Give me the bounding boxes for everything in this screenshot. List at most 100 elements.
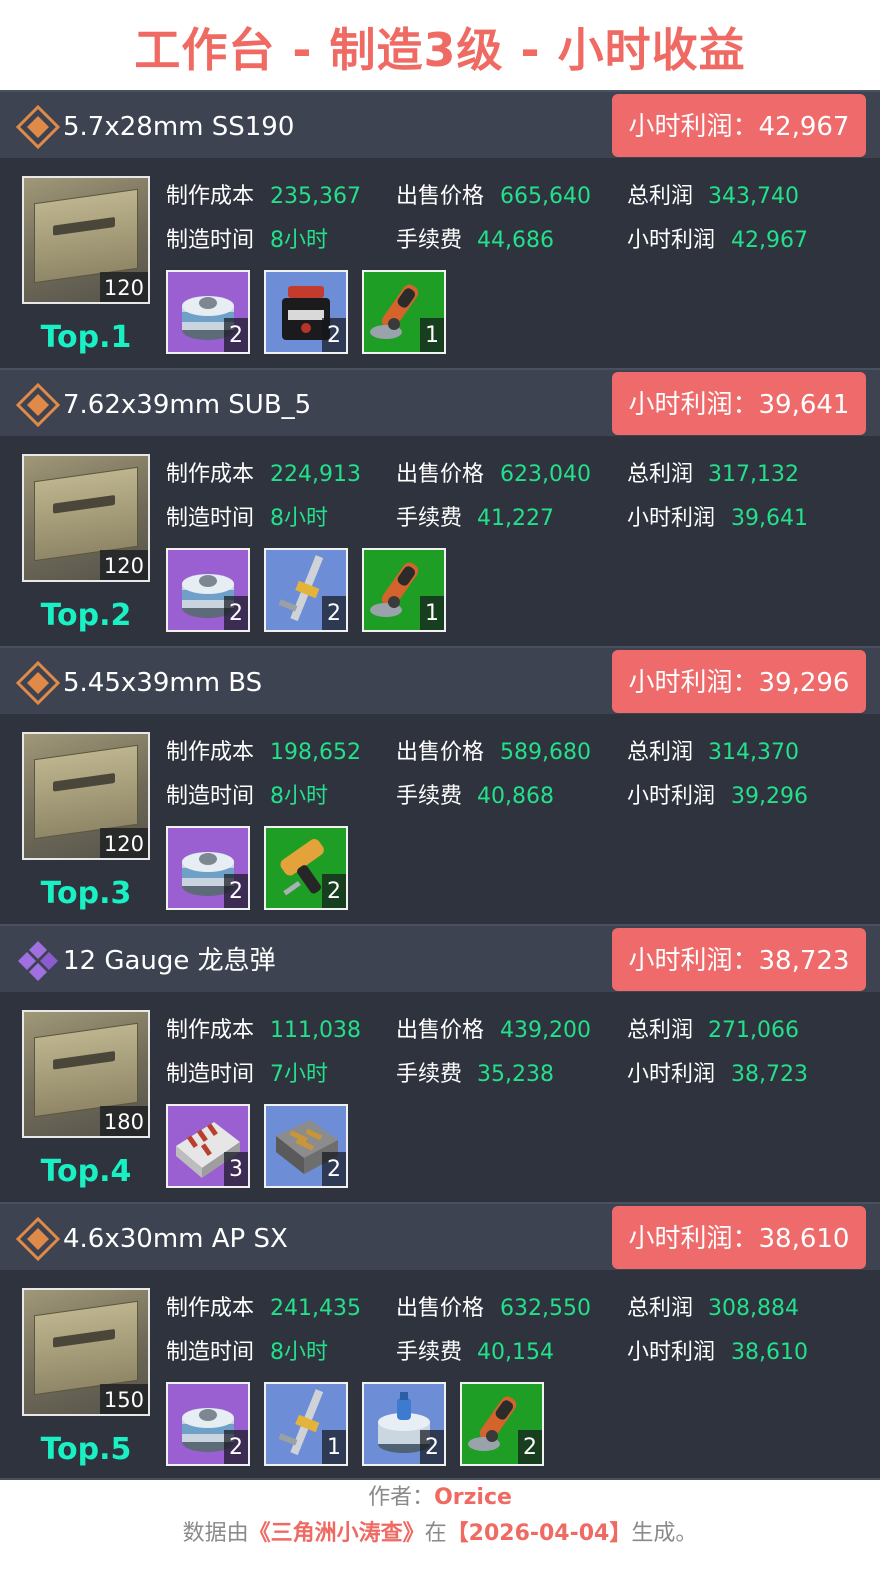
material-slot[interactable]: 2	[166, 1382, 250, 1466]
product-image[interactable]: 120	[22, 176, 150, 304]
material-slot[interactable]: 1	[264, 1382, 348, 1466]
recipe-card[interactable]: 5.7x28mm SS190 小时利润：42,967 120 Top.1 制作成本 235…	[0, 90, 880, 368]
material-slot[interactable]: 2	[264, 548, 348, 632]
fee-label: 手续费	[396, 1062, 463, 1087]
material-qty: 1	[322, 1430, 346, 1464]
fee-value: 35,238	[477, 1062, 554, 1087]
material-slot[interactable]: 3	[166, 1104, 250, 1188]
rank-label: Top.3	[40, 876, 132, 911]
material-slot[interactable]: 1	[362, 548, 446, 632]
recipe-card[interactable]: 7.62x39mm SUB_5 小时利润：39,641 120 Top.2 制作成本 22…	[0, 368, 880, 646]
material-slot[interactable]: 1	[362, 270, 446, 354]
rank-label: Top.5	[40, 1432, 132, 1467]
sell-price-label: 出售价格	[396, 1296, 485, 1321]
author-label: 作者：	[368, 1485, 435, 1510]
sell-price-value: 439,200	[500, 1018, 591, 1043]
craft-time-value: 8小时	[270, 784, 328, 809]
cost-label: 制作成本	[166, 462, 255, 487]
product-qty: 120	[99, 272, 148, 302]
card-header: 5.7x28mm SS190 小时利润：42,967	[0, 92, 880, 158]
product-image[interactable]: 120	[22, 732, 150, 860]
item-name: 5.45x39mm BS	[63, 668, 263, 698]
ammo-box-image-icon	[34, 1022, 138, 1118]
craft-time-label: 制造时间	[166, 1340, 255, 1365]
ammo-box-image-icon	[34, 744, 138, 840]
fee-value: 44,686	[477, 228, 554, 253]
purple-diamond-icon	[16, 939, 60, 983]
material-slot[interactable]: 2	[264, 826, 348, 910]
fee-label: 手续费	[396, 506, 463, 531]
card-header: 7.62x39mm SUB_5 小时利润：39,641	[0, 370, 880, 436]
cost-label: 制作成本	[166, 1018, 255, 1043]
hourly-profit-badge: 小时利润：39,296	[612, 650, 866, 713]
total-profit-value: 308,884	[708, 1296, 799, 1321]
craft-time-value: 7小时	[270, 1062, 328, 1087]
hourly-profit-label: 小时利润	[627, 1062, 716, 1087]
material-qty: 2	[224, 596, 248, 630]
recipe-card[interactable]: 4.6x30mm AP SX 小时利润：38,610 150 Top.5 制作成本 241…	[0, 1202, 880, 1480]
hourly-profit-value: 38,610	[731, 1340, 808, 1365]
product-image[interactable]: 180	[22, 1010, 150, 1138]
material-qty: 2	[322, 1152, 346, 1186]
sell-price-label: 出售价格	[396, 740, 485, 765]
cost-label: 制作成本	[166, 184, 255, 209]
material-slot[interactable]: 2	[362, 1382, 446, 1466]
material-slot[interactable]: 2	[166, 826, 250, 910]
total-profit-value: 317,132	[708, 462, 799, 487]
material-slot[interactable]: 2	[166, 548, 250, 632]
material-qty: 2	[322, 874, 346, 908]
craft-time-label: 制造时间	[166, 784, 255, 809]
cost-label: 制作成本	[166, 740, 255, 765]
craft-time-label: 制造时间	[166, 1062, 255, 1087]
material-qty: 1	[420, 318, 444, 352]
hourly-profit-label: 小时利润	[627, 1340, 716, 1365]
material-qty: 2	[322, 596, 346, 630]
sell-price-value: 665,640	[500, 184, 591, 209]
material-qty: 3	[224, 1152, 248, 1186]
craft-time-value: 8小时	[270, 506, 328, 531]
gold-diamond-icon	[15, 1216, 61, 1262]
gold-diamond-icon	[15, 660, 61, 706]
author-name: Orzice	[434, 1485, 512, 1510]
product-image[interactable]: 120	[22, 454, 150, 582]
product-image[interactable]: 150	[22, 1288, 150, 1416]
craft-time-label: 制造时间	[166, 228, 255, 253]
material-qty: 2	[224, 874, 248, 908]
sell-price-value: 589,680	[500, 740, 591, 765]
cost-value: 235,367	[270, 184, 361, 209]
material-slot[interactable]: 2	[264, 1104, 348, 1188]
craft-time-label: 制造时间	[166, 506, 255, 531]
material-slot[interactable]: 2	[264, 270, 348, 354]
hourly-profit-value: 39,296	[731, 784, 808, 809]
total-profit-label: 总利润	[627, 462, 694, 487]
total-profit-value: 314,370	[708, 740, 799, 765]
hourly-profit-label: 小时利润	[627, 506, 716, 531]
product-qty: 180	[99, 1106, 148, 1136]
recipe-card[interactable]: 5.45x39mm BS 小时利润：39,296 120 Top.3 制作成本 198,6…	[0, 646, 880, 924]
footer-author: 作者：Orzice	[0, 1481, 880, 1515]
ammo-box-image-icon	[34, 188, 138, 284]
fee-label: 手续费	[396, 228, 463, 253]
page-title: 工作台 - 制造3级 - 小时收益	[134, 23, 746, 77]
product-qty: 150	[99, 1384, 148, 1414]
footer-source: 数据由《三角洲小涛查》在【2026-04-04】生成。	[0, 1517, 880, 1551]
item-name: 7.62x39mm SUB_5	[63, 390, 312, 420]
material-slot[interactable]: 2	[166, 270, 250, 354]
hourly-profit-badge: 小时利润：38,610	[612, 1206, 866, 1269]
gold-diamond-icon	[15, 104, 61, 150]
recipe-card[interactable]: 12 Gauge 龙息弹 小时利润：38,723 180 Top.4 制作成本 111,0…	[0, 924, 880, 1202]
total-profit-label: 总利润	[627, 740, 694, 765]
cost-value: 111,038	[270, 1018, 361, 1043]
sell-price-label: 出售价格	[396, 1018, 485, 1043]
card-header: 5.45x39mm BS 小时利润：39,296	[0, 648, 880, 714]
card-header: 4.6x30mm AP SX 小时利润：38,610	[0, 1204, 880, 1270]
generation-date: 【2026-04-04】	[446, 1521, 632, 1546]
rank-label: Top.1	[40, 320, 132, 355]
sell-price-value: 623,040	[500, 462, 591, 487]
material-slot[interactable]: 2	[460, 1382, 544, 1466]
recipe-list: 5.7x28mm SS190 小时利润：42,967 120 Top.1 制作成本 235…	[0, 90, 880, 1480]
gold-diamond-icon	[15, 382, 61, 428]
total-profit-label: 总利润	[627, 1296, 694, 1321]
sell-price-label: 出售价格	[396, 462, 485, 487]
fee-label: 手续费	[396, 1340, 463, 1365]
